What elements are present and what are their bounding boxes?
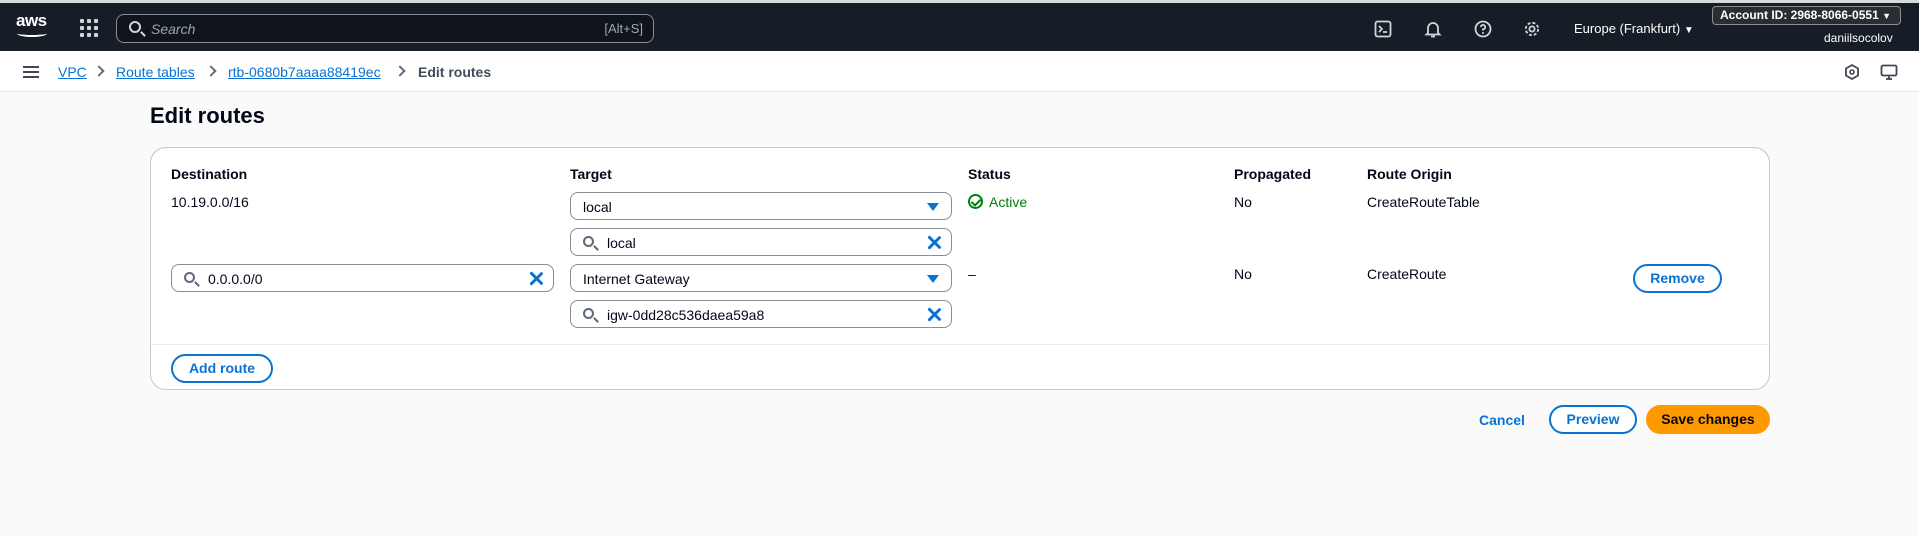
chevron-right-icon xyxy=(205,65,217,77)
clear-icon[interactable] xyxy=(927,307,941,321)
clear-icon[interactable] xyxy=(529,271,543,285)
help-icon[interactable] xyxy=(1474,20,1492,38)
search-shortcut: [Alt+S] xyxy=(604,21,643,36)
search-placeholder: Search xyxy=(151,21,196,37)
search-icon xyxy=(129,21,141,33)
breadcrumb-current: Edit routes xyxy=(418,64,492,80)
clear-icon[interactable] xyxy=(927,235,941,249)
preview-button[interactable]: Preview xyxy=(1549,405,1637,434)
gear-icon[interactable] xyxy=(1523,20,1541,38)
save-changes-button[interactable]: Save changes xyxy=(1646,405,1770,434)
route-propagated: No xyxy=(1234,194,1252,210)
region-selector[interactable]: Europe (Frankfurt) ▼ xyxy=(1574,21,1694,36)
top-navigation: aws Search [Alt+S] Europe (Frankfurt) ▼ … xyxy=(0,0,1919,51)
aws-logo[interactable]: aws xyxy=(16,11,50,37)
caret-down-icon: ▼ xyxy=(1882,11,1892,21)
target-type-select[interactable]: local xyxy=(570,192,952,220)
remove-route-button[interactable]: Remove xyxy=(1633,264,1722,293)
target-value-input[interactable]: igw-0dd28c536daea59a8 xyxy=(570,300,952,328)
cloudshell-icon[interactable] xyxy=(1374,20,1392,38)
region-label: Europe (Frankfurt) xyxy=(1574,21,1681,36)
column-header-propagated: Propagated xyxy=(1234,166,1312,182)
target-value-text: igw-0dd28c536daea59a8 xyxy=(607,307,765,323)
info-panel-icon[interactable] xyxy=(1843,63,1861,81)
route-propagated: No xyxy=(1234,266,1252,282)
route-origin: CreateRoute xyxy=(1367,266,1447,282)
bell-icon[interactable] xyxy=(1424,20,1442,38)
caret-down-icon xyxy=(927,203,939,211)
add-route-button[interactable]: Add route xyxy=(171,354,273,383)
page-title: Edit routes xyxy=(150,103,265,128)
column-header-route-origin: Route Origin xyxy=(1367,166,1452,182)
routes-panel: Destination Target Status Propagated Rou… xyxy=(150,147,1770,390)
destination-value: 0.0.0.0/0 xyxy=(208,271,263,287)
username[interactable]: daniilsocolov xyxy=(1824,31,1893,45)
logo-text: aws xyxy=(16,11,47,30)
route-destination: 10.19.0.0/16 xyxy=(171,194,249,210)
search-icon xyxy=(184,272,195,283)
route-origin: CreateRouteTable xyxy=(1367,194,1480,210)
caret-down-icon xyxy=(927,275,939,283)
breadcrumb-vpc[interactable]: VPC xyxy=(58,64,87,80)
search-icon xyxy=(583,236,594,247)
target-type-value: local xyxy=(583,199,612,215)
target-value-text: local xyxy=(607,235,636,251)
chevron-right-icon xyxy=(93,65,105,77)
destination-input[interactable]: 0.0.0.0/0 xyxy=(171,264,554,292)
global-search-input[interactable]: Search [Alt+S] xyxy=(116,14,654,43)
cancel-button[interactable]: Cancel xyxy=(1479,412,1525,428)
breadcrumb-bar: VPC Route tables rtb-0680b7aaaa88419ec E… xyxy=(0,51,1919,92)
status-success-icon xyxy=(968,194,983,209)
breadcrumb-route-tables[interactable]: Route tables xyxy=(116,64,195,80)
target-value-input[interactable]: local xyxy=(570,228,952,256)
tools-panel-icon[interactable] xyxy=(1880,63,1898,81)
search-icon xyxy=(583,308,594,319)
chevron-right-icon xyxy=(394,65,406,77)
account-id: Account ID: 2968-8066-0551 xyxy=(1720,8,1879,22)
menu-icon[interactable] xyxy=(23,66,39,78)
route-status: Active xyxy=(989,194,1028,210)
column-header-target: Target xyxy=(570,166,612,182)
services-menu-icon[interactable] xyxy=(80,19,98,37)
column-header-status: Status xyxy=(968,166,1011,182)
breadcrumb-route-table-id[interactable]: rtb-0680b7aaaa88419ec xyxy=(228,64,381,80)
target-type-value: Internet Gateway xyxy=(583,271,690,287)
logo-smile xyxy=(17,30,47,37)
target-type-select[interactable]: Internet Gateway xyxy=(570,264,952,292)
caret-down-icon: ▼ xyxy=(1683,25,1694,36)
route-status: – xyxy=(968,266,976,282)
panel-divider xyxy=(151,344,1769,345)
account-menu[interactable]: Account ID: 2968-8066-0551 ▼ xyxy=(1712,6,1901,25)
column-header-destination: Destination xyxy=(171,166,248,182)
